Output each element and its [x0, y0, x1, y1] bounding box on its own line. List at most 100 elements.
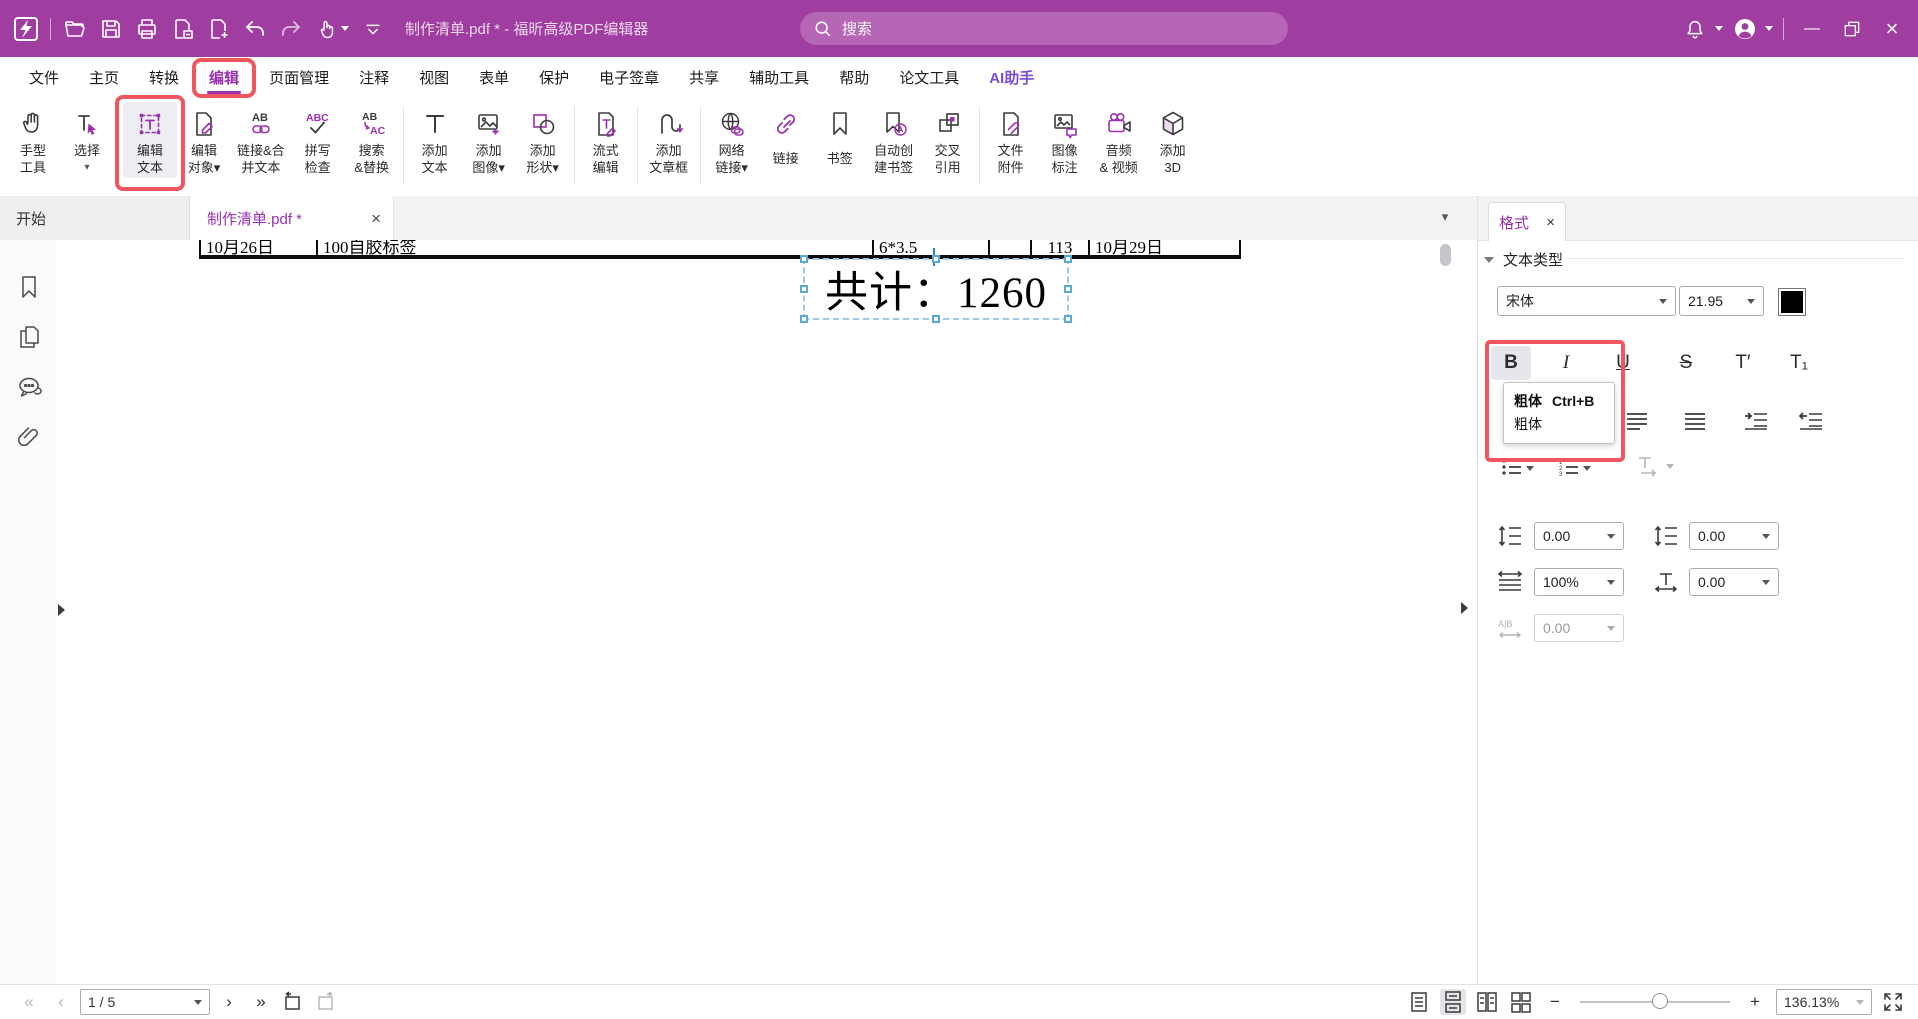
numbered-list-dropdown[interactable]	[1583, 466, 1591, 471]
resize-handle-w[interactable]	[800, 285, 808, 293]
menu-file[interactable]: 文件	[14, 60, 74, 95]
strikethrough-button[interactable]: S	[1666, 346, 1706, 380]
expand-right-panel-handle[interactable]	[1461, 602, 1468, 614]
spell-check-button[interactable]: ABC 拼写 检查	[291, 102, 345, 178]
add-text-button[interactable]: 添加 文本	[408, 102, 462, 178]
line-spacing-select[interactable]: 0.00	[1534, 522, 1624, 550]
menu-accessibility[interactable]: 辅助工具	[734, 60, 824, 95]
text-type-section-header[interactable]: 文本类型	[1484, 249, 1563, 270]
bullet-list-dropdown[interactable]	[1526, 466, 1534, 471]
collapse-toolbar-icon[interactable]	[355, 11, 391, 47]
page-number-select[interactable]: 1 / 5	[80, 989, 210, 1015]
edit-text-button[interactable]: 编辑 文本	[123, 102, 177, 178]
font-size-select[interactable]: 21.95	[1679, 286, 1764, 316]
text-direction-dropdown[interactable]	[1666, 464, 1674, 469]
resize-handle-ne[interactable]	[1064, 255, 1072, 263]
menu-esign[interactable]: 电子签章	[584, 60, 674, 95]
character-spacing-select[interactable]: 0.00	[1689, 568, 1779, 596]
decrease-indent-button[interactable]	[1799, 412, 1823, 430]
add-article-box-button[interactable]: 添加 文章框	[642, 102, 696, 178]
next-view-button[interactable]	[312, 989, 338, 1015]
zoom-slider-thumb[interactable]	[1652, 993, 1668, 1009]
word-spacing-select[interactable]: 0.00	[1534, 614, 1624, 642]
underline-button[interactable]: U	[1603, 346, 1643, 380]
sidebar-comments-button[interactable]	[16, 374, 42, 400]
flow-edit-button[interactable]: 流式 编辑	[579, 102, 633, 178]
image-annotation-button[interactable]: 图像 标注	[1038, 102, 1092, 178]
selected-text[interactable]: 共计：1260	[805, 260, 1067, 318]
fullscreen-button[interactable]	[1880, 989, 1906, 1015]
menu-edit[interactable]: 编辑	[194, 60, 254, 95]
account-avatar[interactable]	[1727, 11, 1763, 47]
tab-list-dropdown[interactable]: ▾	[1434, 206, 1456, 228]
close-tab-icon[interactable]: ×	[371, 209, 381, 229]
align-justify-button[interactable]	[1684, 412, 1706, 430]
restore-button[interactable]	[1834, 11, 1870, 47]
expand-left-panel-handle[interactable]	[58, 604, 65, 616]
redo-icon[interactable]	[273, 11, 309, 47]
menu-view[interactable]: 视图	[404, 60, 464, 95]
pdf-canvas[interactable]: 10月26日 100自胶标签 6*3.5 113 10月29日 共计：1260	[57, 240, 1477, 984]
text-direction-button[interactable]	[1635, 454, 1661, 478]
link-button[interactable]: 链接	[759, 102, 813, 169]
next-page-button[interactable]: ›	[216, 992, 242, 1012]
menu-help[interactable]: 帮助	[824, 60, 884, 95]
auto-bookmark-button[interactable]: 自动创 建书签	[867, 102, 921, 178]
zoom-in-button[interactable]: +	[1742, 992, 1768, 1012]
increase-indent-button[interactable]	[1744, 412, 1768, 430]
numbered-list-button[interactable]: 123	[1559, 458, 1579, 476]
caret-down-icon[interactable]	[1715, 26, 1723, 31]
menu-convert[interactable]: 转换	[134, 60, 194, 95]
zoom-slider[interactable]	[1580, 1001, 1730, 1003]
page-add-icon[interactable]	[201, 11, 237, 47]
menu-paper-tools[interactable]: 论文工具	[884, 60, 974, 95]
cross-reference-button[interactable]: 交叉 引用	[921, 102, 975, 178]
menu-page-management[interactable]: 页面管理	[254, 60, 344, 95]
sidebar-bookmarks-button[interactable]	[16, 274, 42, 300]
page-export-icon[interactable]	[165, 11, 201, 47]
menu-comment[interactable]: 注释	[344, 60, 404, 95]
menu-home[interactable]: 主页	[74, 60, 134, 95]
save-icon[interactable]	[93, 11, 129, 47]
add-shape-button[interactable]: 添加 形状▾	[516, 102, 570, 178]
selected-text-box[interactable]: 共计：1260	[803, 258, 1069, 320]
resize-handle-s[interactable]	[932, 315, 940, 323]
web-link-button[interactable]: 网络 链接▾	[705, 102, 759, 178]
search-replace-button[interactable]: ABAC 搜索 &替换	[345, 102, 399, 178]
font-family-select[interactable]: 宋体	[1497, 286, 1676, 316]
single-page-view-button[interactable]	[1406, 989, 1432, 1015]
tab-document-active[interactable]: 制作清单.pdf * ×	[190, 196, 394, 241]
bullet-list-button[interactable]	[1502, 458, 1522, 476]
hand-pointer-menu[interactable]	[309, 11, 355, 47]
last-page-button[interactable]: »	[248, 992, 274, 1012]
resize-handle-nw[interactable]	[800, 255, 808, 263]
previous-page-button[interactable]: ‹	[48, 992, 74, 1012]
italic-button[interactable]: I	[1546, 346, 1586, 380]
zoom-level-select[interactable]: 136.13%	[1776, 989, 1872, 1015]
sidebar-pages-button[interactable]	[16, 324, 42, 350]
vertical-scrollbar-thumb[interactable]	[1440, 244, 1451, 266]
menu-share[interactable]: 共享	[674, 60, 734, 95]
print-icon[interactable]	[129, 11, 165, 47]
notifications-bell-icon[interactable]	[1677, 11, 1713, 47]
close-button[interactable]: ×	[1874, 11, 1910, 47]
global-search-input[interactable]: 搜索	[800, 12, 1288, 45]
superscript-button[interactable]: T′	[1723, 346, 1763, 380]
edit-object-button[interactable]: 编辑 对象▾	[177, 102, 231, 178]
resize-handle-sw[interactable]	[800, 315, 808, 323]
subscript-button[interactable]: T₁	[1779, 346, 1819, 380]
minimize-button[interactable]: —	[1794, 11, 1830, 47]
select-tool-button[interactable]: 选择 ▾	[60, 102, 114, 178]
caret-down-icon[interactable]	[1765, 26, 1773, 31]
tab-start[interactable]: 开始	[0, 196, 190, 240]
resize-handle-se[interactable]	[1064, 315, 1072, 323]
resize-handle-e[interactable]	[1064, 285, 1072, 293]
align-justify-left-button[interactable]	[1626, 412, 1648, 430]
hand-tool-button[interactable]: 手型 工具	[6, 102, 60, 178]
facing-continuous-view-button[interactable]	[1508, 989, 1534, 1015]
open-file-icon[interactable]	[57, 11, 93, 47]
format-panel-tab[interactable]: 格式 ×	[1488, 202, 1566, 241]
facing-page-view-button[interactable]	[1474, 989, 1500, 1015]
sidebar-attachments-button[interactable]	[16, 424, 42, 450]
continuous-page-view-button[interactable]	[1440, 989, 1466, 1015]
